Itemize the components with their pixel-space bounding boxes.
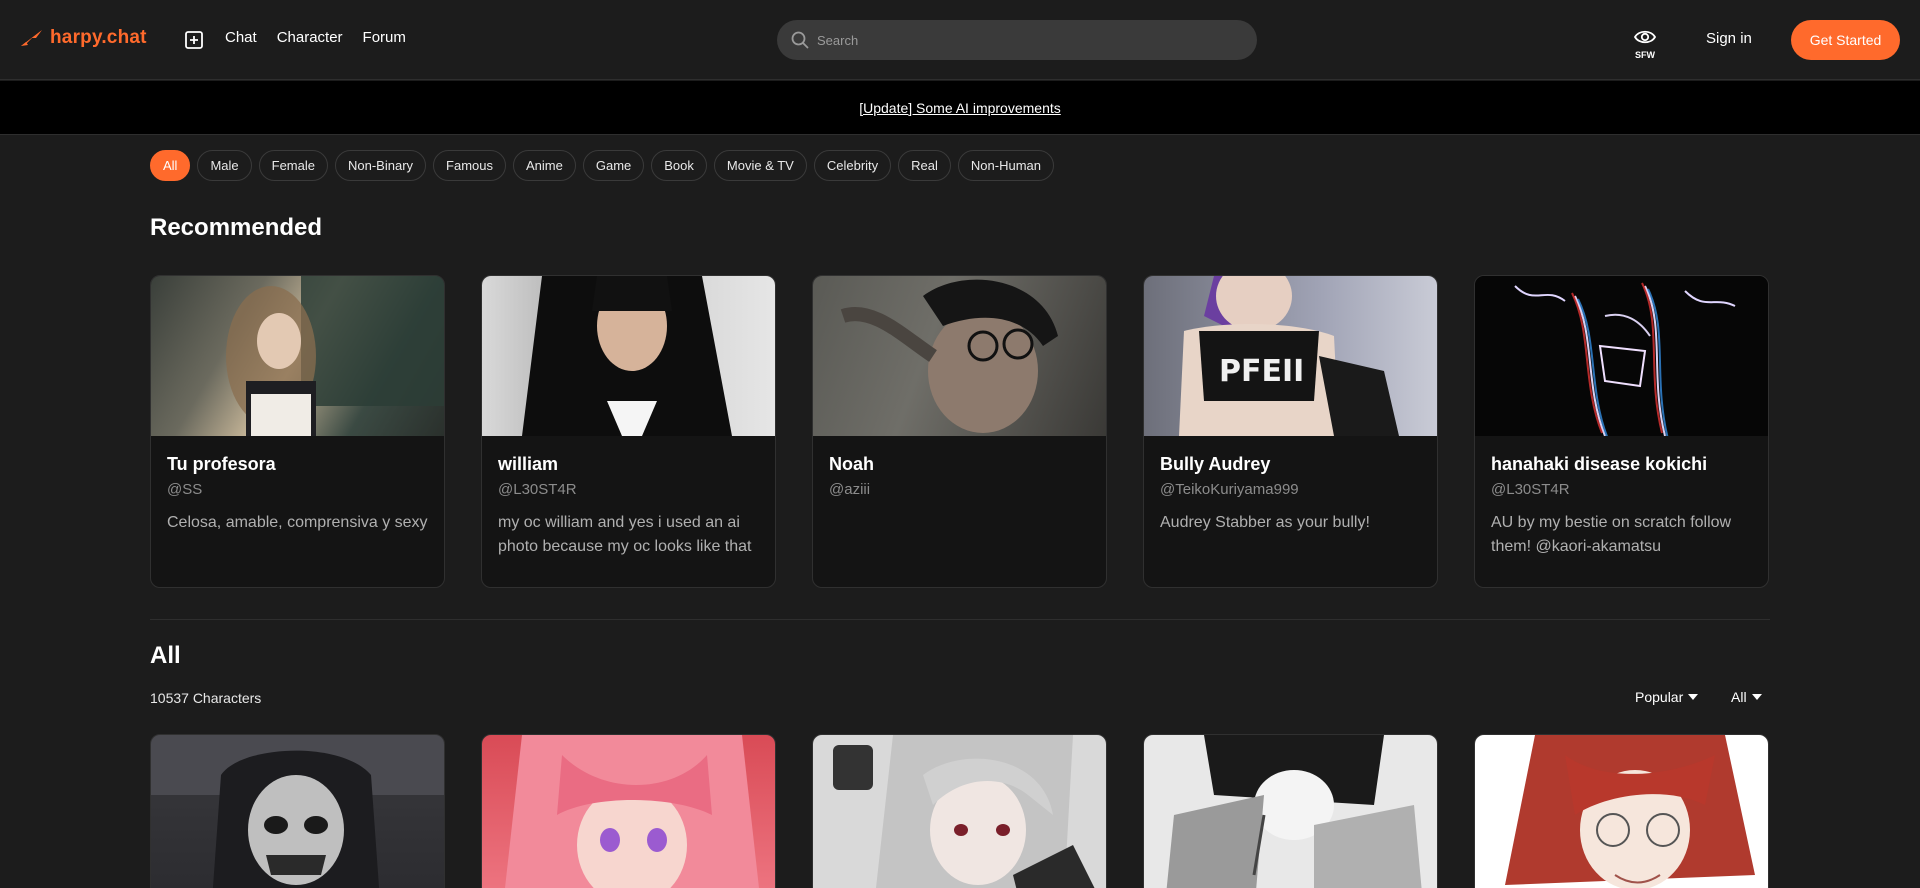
filter-chip-movie-tv[interactable]: Movie & TV <box>713 150 807 181</box>
search-bar[interactable] <box>777 20 1257 60</box>
character-description: AU by my bestie on scratch follow them! … <box>1491 514 1732 555</box>
character-card[interactable] <box>1474 734 1769 888</box>
caret-down-icon <box>1751 694 1762 700</box>
character-card[interactable]: hanahaki disease kokichi @L30ST4R AU by … <box>1474 275 1769 588</box>
character-avatar-image <box>482 276 775 436</box>
character-card[interactable]: william @L30ST4R my oc william and yes i… <box>481 275 776 588</box>
character-card[interactable]: Tu profesora @SS Celosa, amable, compren… <box>150 275 445 588</box>
character-author[interactable]: @aziii <box>829 481 1090 498</box>
get-started-button[interactable]: Get Started <box>1791 20 1900 60</box>
character-card[interactable] <box>812 734 1107 888</box>
filter-chip-male[interactable]: Male <box>197 150 252 181</box>
character-author[interactable]: @L30ST4R <box>1491 481 1752 498</box>
nav-chat[interactable]: Chat <box>225 29 257 46</box>
character-avatar-image <box>1505 735 1755 888</box>
character-author[interactable]: @L30ST4R <box>498 481 759 498</box>
character-name: Noah <box>829 454 874 474</box>
character-card[interactable]: Noah @aziii <box>812 275 1107 588</box>
character-avatar-image <box>813 276 1106 436</box>
character-avatar-image <box>505 735 759 888</box>
harpy-logo-icon <box>21 30 42 46</box>
character-card[interactable] <box>1143 734 1438 888</box>
filter-chip-celebrity[interactable]: Celebrity <box>813 150 892 181</box>
sfw-label: SFW <box>1635 50 1655 60</box>
filter-chip-non-human[interactable]: Non-Human <box>957 150 1054 181</box>
filter-chip-anime[interactable]: Anime <box>513 150 576 181</box>
search-input[interactable] <box>817 32 1237 48</box>
character-name: hanahaki disease kokichi <box>1491 454 1708 474</box>
logo-text: harpy.chat <box>50 27 147 48</box>
character-description: my oc william and yes i used an ai photo… <box>498 514 752 555</box>
character-author[interactable]: @SS <box>167 481 428 498</box>
character-author[interactable]: @TeikoKuriyama999 <box>1160 481 1421 498</box>
caret-down-icon <box>1688 694 1699 700</box>
filter-chip-female[interactable]: Female <box>258 150 328 181</box>
filter-chip-famous[interactable]: Famous <box>433 150 506 181</box>
filter-chip-real[interactable]: Real <box>898 150 951 181</box>
search-icon <box>791 31 809 49</box>
logo[interactable]: harpy.chat <box>20 27 147 49</box>
recommended-heading: Recommended <box>150 214 323 241</box>
filter-chip-non-binary[interactable]: Non-Binary <box>335 150 427 181</box>
sort-label: Popular <box>1635 689 1684 705</box>
filter-chip-book[interactable]: Book <box>651 150 707 181</box>
sort-dropdown[interactable]: Popular <box>1635 689 1699 705</box>
character-card[interactable] <box>481 734 776 888</box>
svg-text:PFEII: PFEII <box>1219 354 1304 389</box>
filter-chip-all[interactable]: All <box>150 150 191 181</box>
character-description: Celosa, amable, comprensiva y sexy <box>167 514 428 531</box>
character-avatar-image: PFEII <box>1144 276 1437 436</box>
all-heading: All <box>150 642 181 669</box>
nav-forum[interactable]: Forum <box>363 29 406 46</box>
character-avatar-image <box>833 735 1095 888</box>
update-banner: [Update] Some AI improvements <box>0 81 1920 135</box>
character-avatar-image <box>1475 276 1768 436</box>
character-card[interactable]: PFEII Bully Audrey @TeikoKuriyama999 Aud… <box>1143 275 1438 588</box>
top-header: harpy.chat Chat Character Forum SFW Sign… <box>0 0 1920 80</box>
update-banner-link[interactable]: [Update] Some AI improvements <box>859 100 1061 116</box>
eye-icon <box>1633 30 1657 44</box>
filter-chip-game[interactable]: Game <box>582 150 645 181</box>
section-divider <box>150 619 1770 620</box>
character-avatar-image <box>151 276 444 436</box>
character-name: william <box>498 454 559 474</box>
main-nav: Chat Character Forum <box>225 29 406 46</box>
filter-label: All <box>1731 689 1747 705</box>
character-description: Audrey Stabber as your bully! <box>1160 514 1370 531</box>
filter-dropdown[interactable]: All <box>1731 689 1762 705</box>
nav-character[interactable]: Character <box>277 29 343 46</box>
sfw-toggle[interactable]: SFW <box>1630 28 1660 60</box>
character-name: Tu profesora <box>167 454 276 474</box>
character-count: 10537 Characters <box>150 690 262 706</box>
character-card[interactable] <box>150 734 445 888</box>
category-filters: All Male Female Non-Binary Famous Anime … <box>150 150 1054 181</box>
sign-in-link[interactable]: Sign in <box>1706 30 1752 47</box>
character-name: Bully Audrey <box>1160 454 1271 474</box>
new-chat-icon[interactable] <box>184 30 204 50</box>
character-avatar-image <box>1166 735 1422 888</box>
character-avatar-image <box>151 735 444 888</box>
